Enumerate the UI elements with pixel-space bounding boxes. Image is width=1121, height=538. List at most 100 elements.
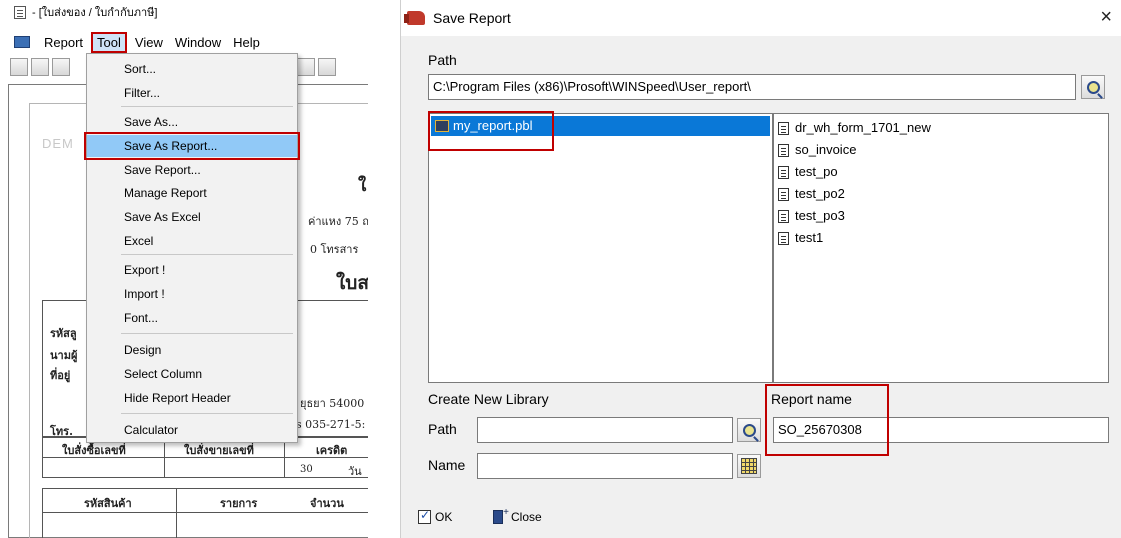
document-title: ใบส xyxy=(336,272,368,294)
menu-item-calculator[interactable]: Calculator xyxy=(87,419,297,441)
col-credit: เครดิต xyxy=(316,444,348,457)
library-name: my_report.pbl xyxy=(453,118,533,133)
ok-button[interactable]: OK xyxy=(418,508,452,524)
library-item[interactable]: my_report.pbl xyxy=(431,116,770,136)
create-library-button[interactable] xyxy=(737,454,761,478)
menu-item-excel[interactable]: Excel xyxy=(87,230,297,252)
new-library-name-input[interactable] xyxy=(477,453,733,479)
tool-dropdown-menu: Sort... Filter... Save As... Save As Rep… xyxy=(84,53,300,443)
col-item: รายการ xyxy=(220,497,258,510)
report-item-label: test_po2 xyxy=(795,186,845,201)
report-file-icon xyxy=(778,187,789,201)
zoom-icon[interactable] xyxy=(31,58,49,76)
ok-icon xyxy=(418,508,431,524)
menu-separator xyxy=(121,413,293,414)
report-file-icon xyxy=(778,143,789,157)
table-divider xyxy=(42,512,368,513)
day-label: วัน xyxy=(348,465,362,478)
menu-item-filter[interactable]: Filter... xyxy=(87,82,297,104)
report-list-item[interactable]: test_po3 xyxy=(778,206,845,226)
report-list-item[interactable]: test_po2 xyxy=(778,184,845,204)
report-list-item[interactable]: so_invoice xyxy=(778,140,856,160)
browse-icon xyxy=(742,423,756,437)
menu-item-save-as-report[interactable]: Save As Report... xyxy=(84,132,300,160)
province-fragment: ยุธยา 54000 xyxy=(300,397,365,410)
phone-fragment: s 035-271-5: xyxy=(296,418,366,431)
report-file-icon xyxy=(778,165,789,179)
report-list-item[interactable]: test_po xyxy=(778,162,838,182)
menu-item-design[interactable]: Design xyxy=(87,339,297,361)
report-file-icon xyxy=(778,231,789,245)
window-title-bar: - [ใบส่งของ / ใบกำกับภาษี] xyxy=(14,3,157,21)
menu-item-save-as[interactable]: Save As... xyxy=(87,111,297,133)
demo-watermark: DEM xyxy=(42,136,74,151)
report-file-icon xyxy=(778,209,789,223)
menu-separator xyxy=(121,106,293,107)
company-heading: ใ xyxy=(358,176,367,196)
save-report-dialog: Save Report × Path C:\Program Files (x86… xyxy=(400,0,1121,538)
menu-tool[interactable]: Tool xyxy=(91,31,127,53)
new-name-label: Name xyxy=(428,457,466,473)
report-item-label: test1 xyxy=(795,230,824,245)
report-list-item[interactable]: test1 xyxy=(778,228,823,248)
col-qty: จำนวน xyxy=(310,497,344,510)
address-label: ที่อยู่ xyxy=(50,369,71,382)
report-viewer-window: - [ใบส่งของ / ใบกำกับภาษี] Report Tool V… xyxy=(0,0,368,538)
mdi-window-icon xyxy=(14,36,30,48)
path-field[interactable]: C:\Program Files (x86)\Prosoft\WINSpeed\… xyxy=(428,74,1076,100)
dialog-title-bar: Save Report × xyxy=(401,0,1121,36)
address-fragment: ค่าแหง 75 ถ. xyxy=(308,215,368,228)
report-item-label: test_po3 xyxy=(795,208,845,223)
col-product-code: รหัสสินค้า xyxy=(84,497,132,510)
menu-item-manage-report[interactable]: Manage Report xyxy=(87,182,297,204)
library-list[interactable]: my_report.pbl xyxy=(428,113,773,383)
browse-path-button[interactable] xyxy=(1081,75,1105,99)
menu-item-select-column[interactable]: Select Column xyxy=(87,363,297,385)
dialog-title: Save Report xyxy=(433,10,511,26)
menu-item-export[interactable]: Export ! xyxy=(87,259,297,281)
menu-help[interactable]: Help xyxy=(229,33,264,52)
table-divider xyxy=(176,488,177,538)
menu-item-save-as-excel[interactable]: Save As Excel xyxy=(87,206,297,228)
close-icon[interactable]: × xyxy=(1100,7,1112,27)
menu-item-sort[interactable]: Sort... xyxy=(87,58,297,80)
browse-new-path-button[interactable] xyxy=(737,418,761,442)
columns-icon[interactable] xyxy=(297,58,315,76)
report-item-label: dr_wh_form_1701_new xyxy=(795,120,931,135)
menu-separator xyxy=(121,254,293,255)
menu-view[interactable]: View xyxy=(131,33,167,52)
menu-bar: Report Tool View Window Help xyxy=(0,31,368,53)
menu-item-import[interactable]: Import ! xyxy=(87,283,297,305)
menu-item-hide-report-header[interactable]: Hide Report Header xyxy=(87,387,297,409)
close-button[interactable]: Close xyxy=(493,507,542,524)
exit-door-icon xyxy=(493,507,509,524)
library-grid-icon xyxy=(741,458,757,474)
save-report-icon xyxy=(404,11,425,25)
report-file-icon xyxy=(778,121,789,135)
report-name-label: Report name xyxy=(771,391,852,407)
print-icon[interactable] xyxy=(52,58,70,76)
report-list[interactable]: dr_wh_form_1701_new so_invoice test_po t… xyxy=(773,113,1109,383)
customer-name-label: นามผู้ xyxy=(50,349,78,362)
menu-separator xyxy=(121,333,293,334)
close-label: Close xyxy=(511,510,542,524)
menu-item-font[interactable]: Font... xyxy=(87,307,297,329)
report-document-icon xyxy=(14,5,26,19)
report-item-label: test_po xyxy=(795,164,838,179)
library-icon xyxy=(435,120,449,132)
credit-days-value: 30 xyxy=(300,464,313,475)
browse-icon xyxy=(1086,80,1100,94)
menu-report[interactable]: Report xyxy=(40,33,87,52)
new-library-path-input[interactable] xyxy=(477,417,733,443)
path-label: Path xyxy=(428,52,457,68)
menu-item-save-report[interactable]: Save Report... xyxy=(87,159,297,181)
new-path-label: Path xyxy=(428,421,457,437)
page-setup-icon[interactable] xyxy=(318,58,336,76)
preview-icon[interactable] xyxy=(10,58,28,76)
report-name-input[interactable]: SO_25670308 xyxy=(773,417,1109,443)
report-list-item[interactable]: dr_wh_form_1701_new xyxy=(778,118,931,138)
window-title: - [ใบส่งของ / ใบกำกับภาษี] xyxy=(32,7,158,19)
create-new-library-label: Create New Library xyxy=(428,391,549,407)
menu-window[interactable]: Window xyxy=(171,33,225,52)
customer-code-label: รหัสลู xyxy=(50,327,77,340)
